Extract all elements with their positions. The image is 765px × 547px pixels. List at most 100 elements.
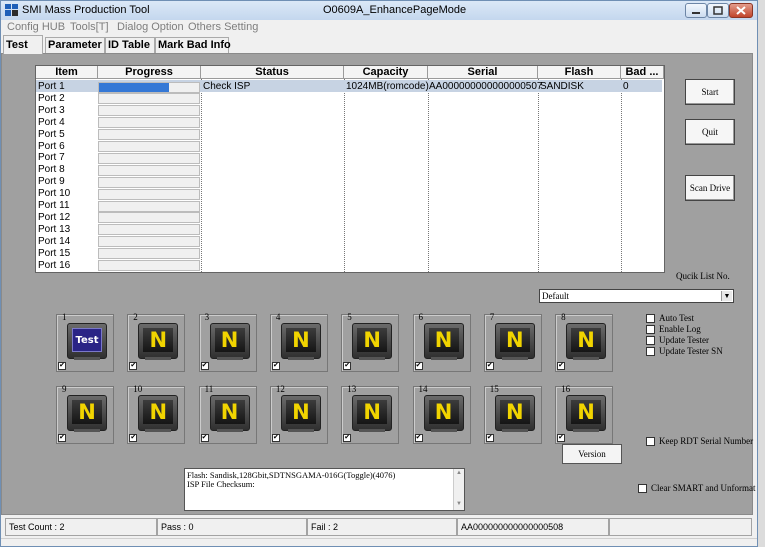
slot-checkbox[interactable]: ✔ — [58, 362, 66, 370]
quick-list-select[interactable]: Default ▼ — [539, 289, 734, 303]
quit-button[interactable]: Quit — [685, 119, 735, 145]
menu-tools[interactable]: Tools[T] — [70, 21, 109, 33]
tab-mark-bad-info[interactable]: Mark Bad Info — [155, 37, 231, 54]
port-label[interactable]: Port 7 — [38, 152, 65, 164]
scan-drive-button[interactable]: Scan Drive — [685, 175, 735, 201]
port-label[interactable]: Port 10 — [38, 188, 70, 200]
test-screen-icon[interactable]: Test — [67, 323, 107, 360]
n-screen-icon[interactable]: N — [494, 323, 535, 360]
menu-others-setting[interactable]: Others Setting — [188, 21, 258, 33]
n-screen-icon[interactable]: N — [209, 395, 250, 432]
n-screen-icon[interactable]: N — [423, 323, 464, 360]
checkbox-box[interactable] — [646, 314, 655, 323]
scroll-up-icon[interactable]: ▲ — [454, 469, 464, 478]
n-screen-icon[interactable]: N — [280, 395, 321, 432]
port-label[interactable]: Port 3 — [38, 105, 65, 117]
port-label[interactable]: Port 5 — [38, 129, 65, 141]
n-screen-icon[interactable]: N — [566, 395, 607, 432]
slot-11[interactable]: 11 N ✔ — [198, 384, 257, 444]
slot-checkbox[interactable]: ✔ — [271, 434, 280, 442]
slot-checkbox[interactable]: ✔ — [557, 434, 566, 442]
port-label[interactable]: Port 9 — [38, 176, 65, 188]
checkbox-box[interactable] — [646, 325, 655, 334]
slot-6[interactable]: 6 N ✔ — [412, 312, 471, 372]
slot-13[interactable]: 13 N ✔ — [341, 384, 400, 444]
slot-checkbox[interactable]: ✔ — [485, 362, 494, 370]
port-label[interactable]: Port 13 — [38, 224, 70, 236]
port-label[interactable]: Port 6 — [38, 141, 65, 153]
n-screen-icon[interactable]: N — [209, 323, 250, 360]
port-label[interactable]: Port 1 — [38, 81, 65, 93]
maximize-button[interactable] — [707, 3, 729, 18]
slot-checkbox[interactable]: ✔ — [414, 362, 423, 370]
n-screen-icon[interactable]: N — [494, 395, 535, 432]
port-label[interactable]: Port 15 — [38, 248, 70, 260]
port-list[interactable]: Item Progress Status Capacity Serial Fla… — [35, 65, 665, 273]
slot-16[interactable]: 16 N ✔ — [555, 384, 614, 444]
slot-checkbox[interactable]: ✔ — [414, 434, 423, 442]
port-label[interactable]: Port 11 — [38, 200, 70, 212]
checkbox-box[interactable] — [646, 347, 655, 356]
version-button[interactable]: Version — [562, 444, 622, 464]
col-header-capacity[interactable]: Capacity — [344, 66, 428, 79]
port-label[interactable]: Port 8 — [38, 164, 65, 176]
checkbox-box[interactable] — [646, 437, 655, 446]
checkbox-box[interactable] — [646, 336, 655, 345]
slot-9[interactable]: 9 N ✔ — [56, 384, 114, 444]
slot-checkbox[interactable]: ✔ — [271, 362, 280, 370]
n-screen-icon[interactable]: N — [566, 323, 607, 360]
tab-test[interactable]: Test — [3, 35, 43, 54]
slot-checkbox[interactable]: ✔ — [200, 362, 209, 370]
minimize-button[interactable] — [685, 3, 707, 18]
slot-checkbox[interactable]: ✔ — [58, 434, 66, 442]
slot-1[interactable]: 1 Test ✔ — [56, 312, 114, 372]
slot-2[interactable]: 2 N ✔ — [127, 312, 186, 372]
slot-3[interactable]: 3 N ✔ — [198, 312, 257, 372]
port-label[interactable]: Port 12 — [38, 212, 70, 224]
slot-checkbox[interactable]: ✔ — [343, 362, 352, 370]
checkbox-box[interactable] — [638, 484, 647, 493]
port-label[interactable]: Port 16 — [38, 260, 70, 272]
n-screen-icon[interactable]: N — [138, 395, 179, 432]
n-screen-icon[interactable]: N — [280, 323, 321, 360]
col-header-flash[interactable]: Flash — [538, 66, 621, 79]
slot-checkbox[interactable]: ✔ — [129, 362, 138, 370]
slot-4[interactable]: 4 N ✔ — [269, 312, 328, 372]
col-header-item[interactable]: Item — [36, 66, 98, 79]
slot-checkbox[interactable]: ✔ — [557, 362, 566, 370]
slot-5[interactable]: 5 N ✔ — [341, 312, 400, 372]
slot-15[interactable]: 15 N ✔ — [483, 384, 542, 444]
slot-12[interactable]: 12 N ✔ — [269, 384, 328, 444]
slot-8[interactable]: 8 N ✔ — [555, 312, 614, 372]
slot-7[interactable]: 7 N ✔ — [483, 312, 542, 372]
dropdown-arrow-icon[interactable]: ▼ — [721, 291, 732, 301]
menu-config-hub[interactable]: Config HUB — [7, 21, 65, 33]
port-label[interactable]: Port 4 — [38, 117, 65, 129]
n-screen-icon[interactable]: N — [352, 323, 393, 360]
slot-10[interactable]: 10 N ✔ — [127, 384, 186, 444]
slot-checkbox[interactable]: ✔ — [129, 434, 138, 442]
log-scrollbar[interactable]: ▲ ▼ — [453, 469, 464, 510]
n-screen-icon[interactable]: N — [352, 395, 393, 432]
col-header-status[interactable]: Status — [201, 66, 344, 79]
slot-checkbox[interactable]: ✔ — [343, 434, 352, 442]
n-screen-icon[interactable]: N — [423, 395, 464, 432]
slot-14[interactable]: 14 N ✔ — [412, 384, 471, 444]
port-label[interactable]: Port 2 — [38, 93, 65, 105]
slot-checkbox[interactable]: ✔ — [200, 434, 209, 442]
tab-id-table[interactable]: ID Table — [105, 37, 155, 54]
log-textbox[interactable]: Flash: Sandisk,128Gbit,SDTNSGAMA-016G(To… — [184, 468, 465, 511]
col-header-serial[interactable]: Serial — [428, 66, 538, 79]
tab-parameter[interactable]: Parameter — [45, 37, 105, 54]
n-screen-icon[interactable]: N — [67, 395, 107, 432]
col-header-bad[interactable]: Bad ... — [621, 66, 664, 79]
screen-base — [573, 429, 600, 432]
n-screen-icon[interactable]: N — [138, 323, 179, 360]
slot-checkbox[interactable]: ✔ — [485, 434, 494, 442]
col-header-progress[interactable]: Progress — [98, 66, 201, 79]
scroll-down-icon[interactable]: ▼ — [454, 500, 464, 509]
menu-dialog-option[interactable]: Dialog Option — [117, 21, 184, 33]
close-button[interactable] — [729, 3, 753, 18]
port-label[interactable]: Port 14 — [38, 236, 70, 248]
start-button[interactable]: Start — [685, 79, 735, 105]
